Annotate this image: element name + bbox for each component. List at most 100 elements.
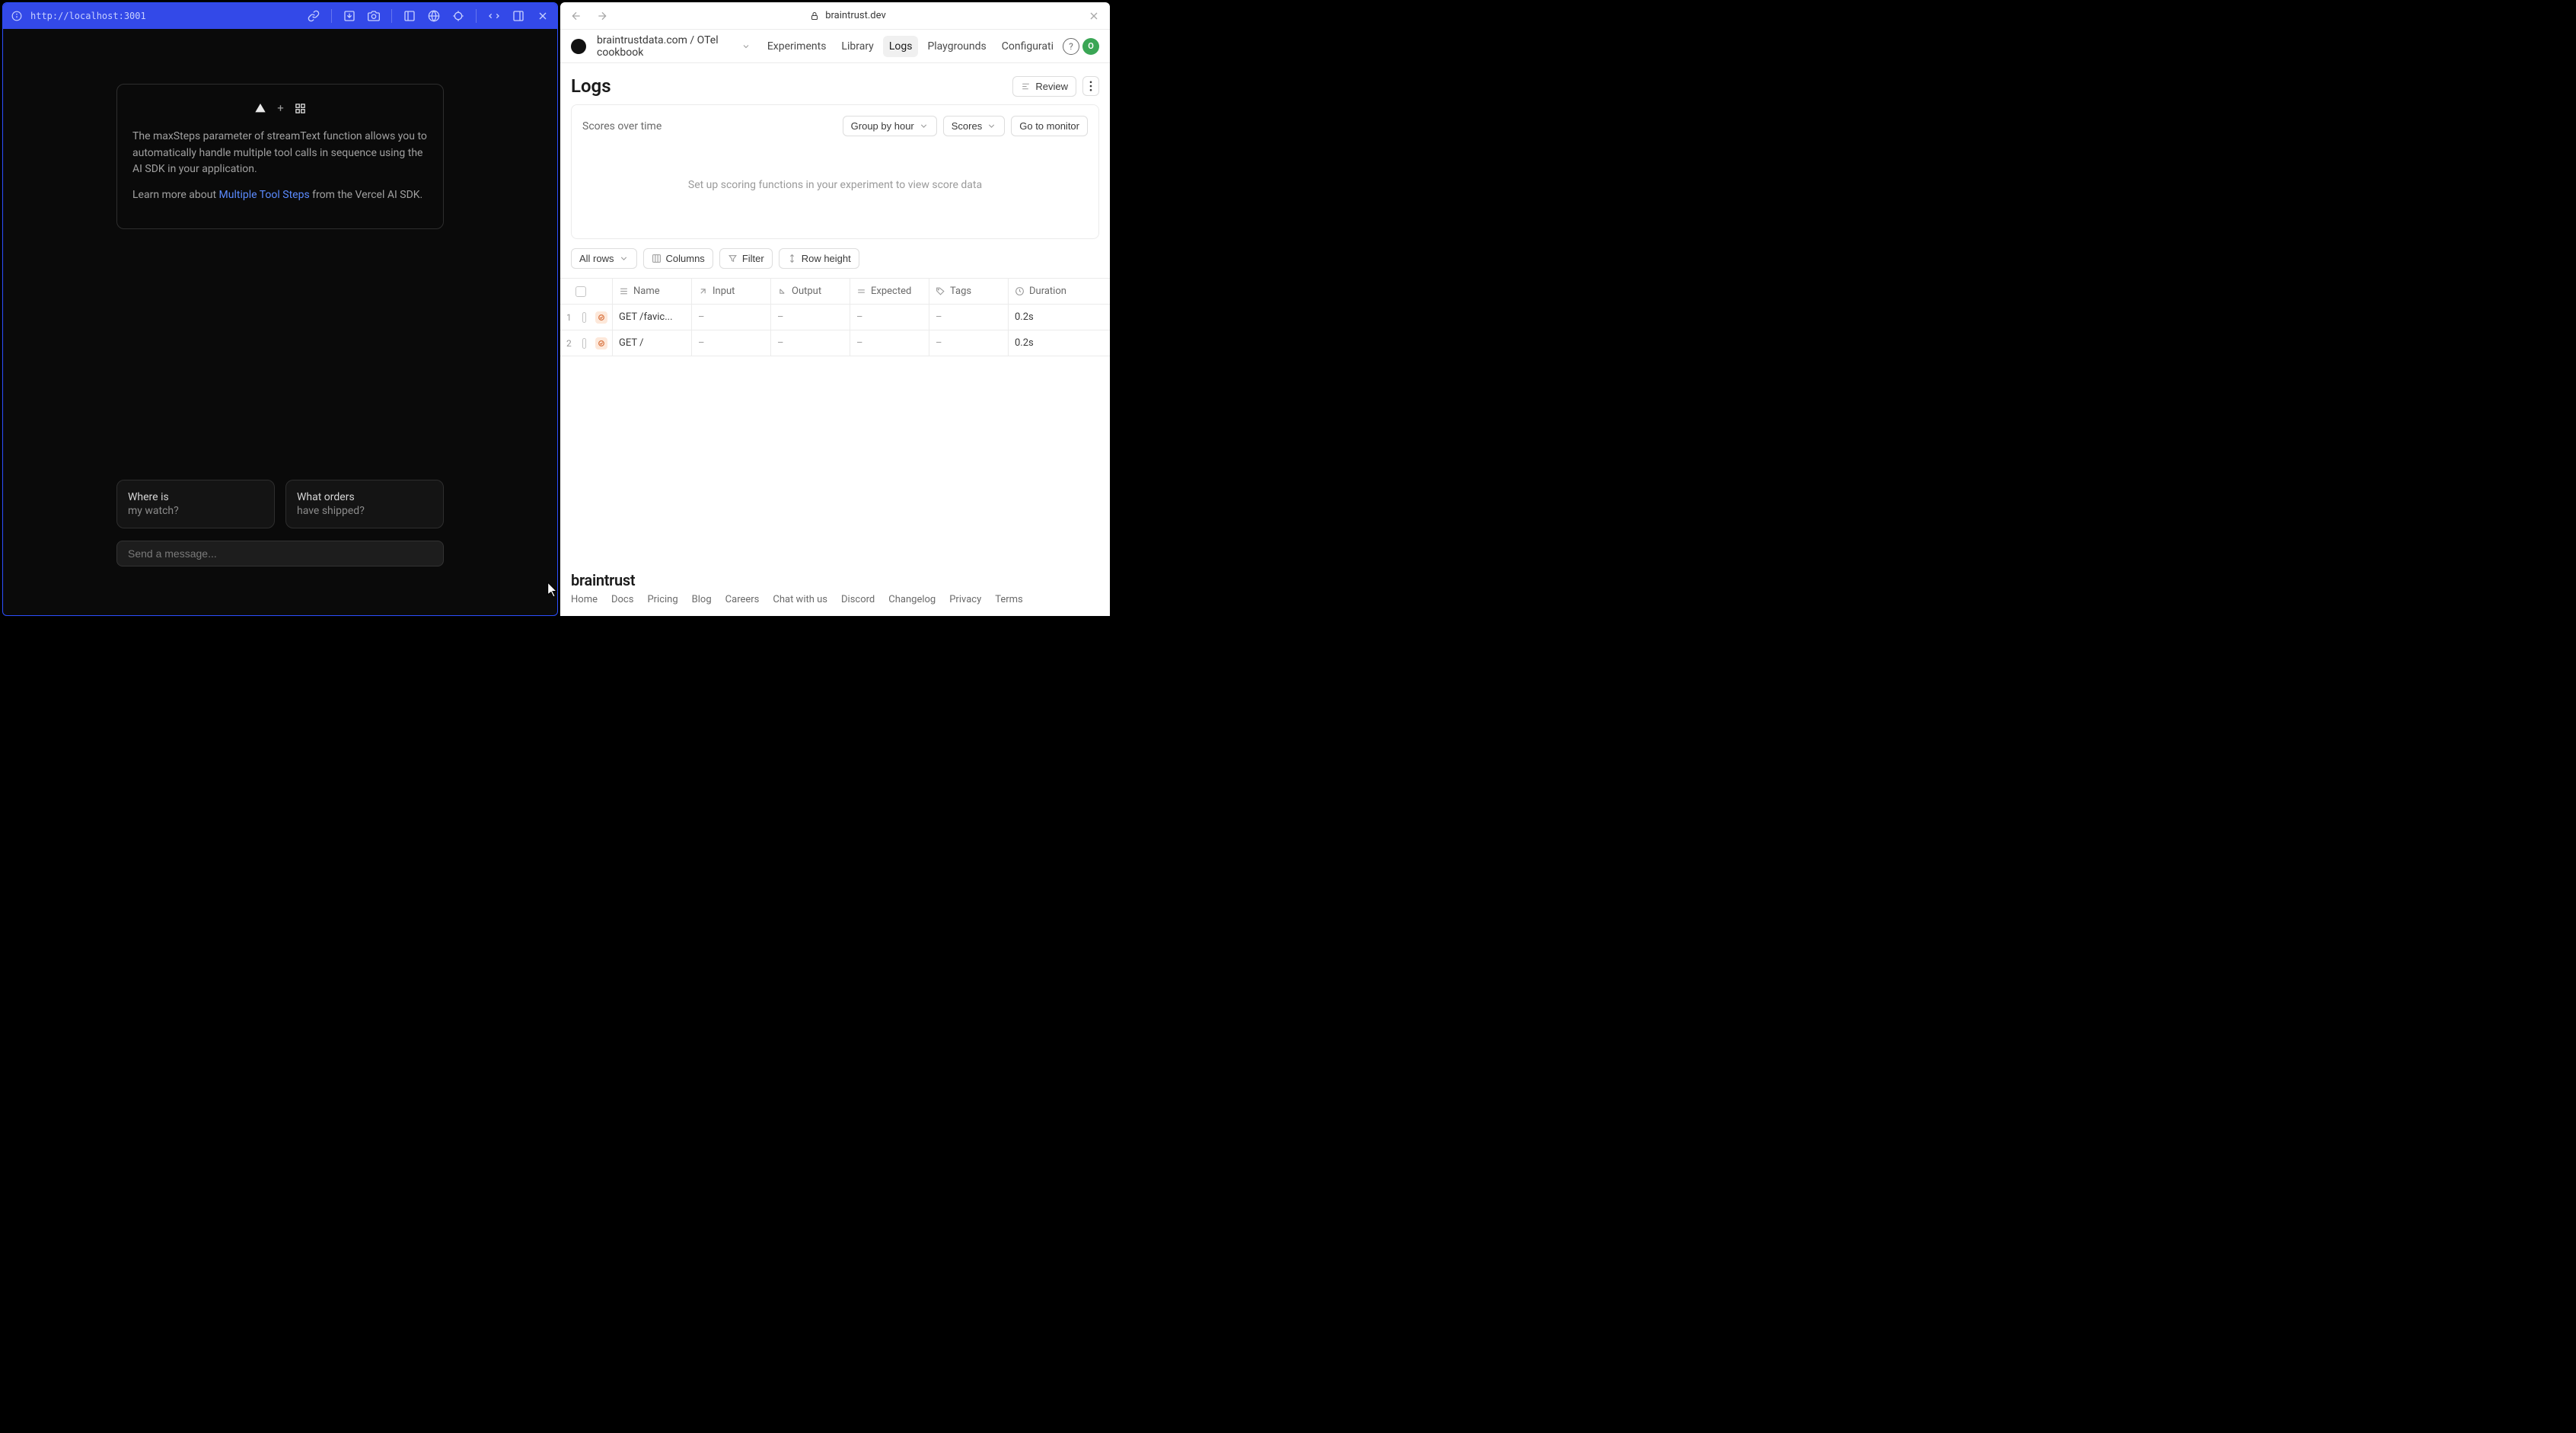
select-all-checkbox[interactable] [575, 286, 586, 297]
chevron-down-icon [741, 42, 751, 51]
col-expected: Expected [850, 279, 929, 304]
row-height-button[interactable]: Row height [779, 248, 859, 269]
learn-suffix: from the Vercel AI SDK. [310, 189, 423, 201]
address-center[interactable]: braintrust.dev [609, 10, 1087, 21]
link-icon[interactable] [307, 9, 320, 23]
scores-controls: Group by hour Scores Go to monitor [843, 116, 1088, 136]
plus-icon: + [277, 101, 284, 115]
preview-toolbar: http://localhost:3001 [3, 3, 557, 29]
page-title: Logs [571, 75, 611, 97]
tab-playgrounds[interactable]: Playgrounds [921, 36, 992, 57]
footer-link[interactable]: Privacy [949, 594, 981, 605]
tab-configuration[interactable]: Configurati [996, 36, 1060, 57]
scores-label: Scores over time [582, 120, 662, 132]
filter-row: All rows Columns Filter Row height [560, 239, 1110, 278]
intro-card: + The maxSteps parameter of streamText f… [116, 84, 444, 229]
panel-icon[interactable] [512, 9, 525, 23]
suggestion-subtitle: have shipped? [297, 505, 432, 517]
forward-icon[interactable] [595, 9, 609, 23]
table-row[interactable]: 1 GET /favic... – – – – 0.2s [560, 305, 1110, 330]
toolbar-actions [307, 9, 550, 23]
suggestion-subtitle: my watch? [128, 505, 263, 517]
cell-name: GET / [612, 330, 691, 356]
suggestion-card[interactable]: Where is my watch? [116, 480, 275, 528]
review-label: Review [1035, 81, 1068, 92]
target-icon[interactable] [451, 9, 465, 23]
table-header-row: Name Input Output Expected Tags Duration [560, 279, 1110, 305]
scores-empty-state: Set up scoring functions in your experim… [582, 136, 1088, 228]
avatar[interactable]: O [1082, 38, 1099, 55]
nav-tabs: Experiments Library Logs Playgrounds Con… [761, 36, 1099, 57]
scores-button[interactable]: Scores [943, 116, 1005, 136]
go-to-monitor-button[interactable]: Go to monitor [1011, 116, 1088, 136]
preview-url[interactable]: http://localhost:3001 [30, 11, 146, 21]
browser-address-bar: braintrust.dev [560, 2, 1110, 30]
footer-links: Home Docs Pricing Blog Careers Chat with… [571, 594, 1099, 605]
logs-table: Name Input Output Expected Tags Duration… [560, 278, 1110, 356]
browser-dashboard-pane: braintrust.dev braintrustdata.com / OTel… [560, 2, 1110, 616]
col-name: Name [612, 279, 691, 304]
brand-logo[interactable] [571, 39, 586, 54]
footer-link[interactable]: Careers [725, 594, 760, 605]
chat-input[interactable] [116, 541, 444, 566]
browser-preview-pane: http://localhost:3001 + The maxSteps par… [2, 2, 558, 616]
intro-text: The maxSteps parameter of streamText fun… [132, 129, 428, 178]
screenshot-icon[interactable] [367, 9, 381, 23]
footer: braintrust Home Docs Pricing Blog Career… [560, 563, 1110, 616]
tab-logs[interactable]: Logs [883, 36, 919, 57]
span-icon [595, 337, 607, 349]
col-input: Input [691, 279, 770, 304]
row-number: 2 [566, 338, 576, 349]
globe-icon[interactable] [427, 9, 441, 23]
cell-name: GET /favic... [612, 305, 691, 330]
footer-link[interactable]: Chat with us [773, 594, 827, 605]
external-icon[interactable] [403, 9, 416, 23]
top-nav: braintrustdata.com / OTel cookbook Exper… [560, 30, 1110, 63]
suggestions: Where is my watch? What orders have ship… [116, 480, 444, 528]
row-checkbox[interactable] [582, 312, 586, 323]
info-icon [11, 10, 23, 22]
row-number: 1 [566, 312, 576, 323]
address-domain: braintrust.dev [825, 10, 886, 21]
grid-icon [295, 103, 306, 114]
scores-panel-header: Scores over time Group by hour Scores Go… [582, 116, 1088, 136]
download-icon[interactable] [343, 9, 356, 23]
project-name: braintrustdata.com / OTel cookbook [597, 34, 737, 59]
braces-icon[interactable] [487, 9, 501, 23]
suggestion-card[interactable]: What orders have shipped? [285, 480, 444, 528]
close-icon[interactable] [1087, 9, 1101, 23]
help-icon[interactable]: ? [1063, 38, 1079, 55]
table-row[interactable]: 2 GET / – – – – 0.2s [560, 330, 1110, 356]
more-menu-button[interactable] [1082, 76, 1099, 96]
footer-link[interactable]: Discord [841, 594, 875, 605]
learn-link[interactable]: Multiple Tool Steps [219, 189, 310, 201]
all-rows-button[interactable]: All rows [571, 248, 637, 269]
footer-link[interactable]: Docs [611, 594, 633, 605]
tab-experiments[interactable]: Experiments [761, 36, 833, 57]
review-button[interactable]: Review [1012, 76, 1076, 97]
group-by-button[interactable]: Group by hour [843, 116, 937, 136]
suggestion-title: What orders [297, 491, 432, 503]
logs-header: Logs Review [560, 63, 1110, 104]
intro-learn-more: Learn more about Multiple Tool Steps fro… [132, 187, 428, 204]
footer-link[interactable]: Blog [692, 594, 712, 605]
col-tags: Tags [929, 279, 1008, 304]
project-breadcrumb[interactable]: braintrustdata.com / OTel cookbook [597, 34, 751, 59]
col-duration: Duration [1008, 279, 1099, 304]
suggestion-title: Where is [128, 491, 263, 503]
scores-panel: Scores over time Group by hour Scores Go… [571, 104, 1099, 239]
learn-prefix: Learn more about [132, 189, 219, 201]
tab-library[interactable]: Library [835, 36, 879, 57]
footer-link[interactable]: Home [571, 594, 598, 605]
footer-link[interactable]: Pricing [647, 594, 677, 605]
footer-brand: braintrust [571, 571, 1099, 589]
columns-button[interactable]: Columns [643, 248, 713, 269]
row-checkbox[interactable] [582, 338, 586, 349]
chat-ui: + The maxSteps parameter of streamText f… [3, 29, 557, 615]
filter-button[interactable]: Filter [719, 248, 773, 269]
footer-link[interactable]: Changelog [888, 594, 936, 605]
close-icon[interactable] [536, 9, 550, 23]
footer-link[interactable]: Terms [995, 594, 1023, 605]
triangle-icon [254, 102, 266, 114]
back-icon[interactable] [569, 9, 583, 23]
